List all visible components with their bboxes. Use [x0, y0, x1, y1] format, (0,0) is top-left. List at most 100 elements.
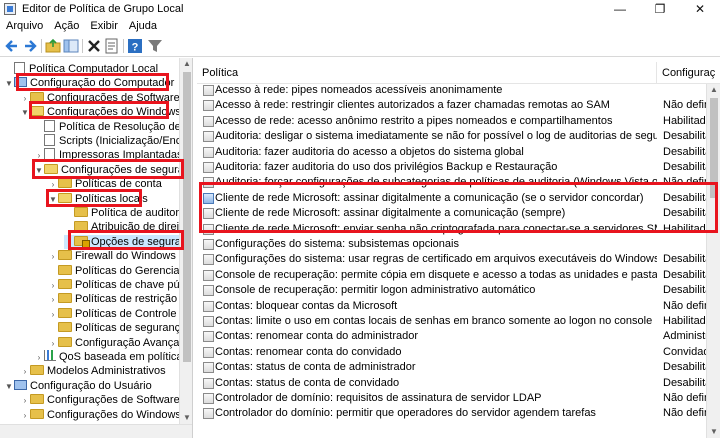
scroll-down-icon[interactable]: ▼ [180, 412, 192, 424]
scroll-up-icon[interactable]: ▲ [707, 84, 720, 96]
tree-item[interactable]: ▼ Políticas locais [48, 192, 148, 206]
expand-chevron-icon[interactable]: › [48, 293, 58, 307]
tree-item[interactable]: Atribuição de direitos [64, 220, 192, 234]
tree-item[interactable]: › Configuração Avançada [48, 336, 192, 350]
tree-item[interactable]: ▼ Configuração do Computador [4, 76, 174, 90]
tree-item-label: Política de auditoria [91, 207, 188, 219]
minimize-button[interactable]: — [600, 0, 640, 18]
tree-item[interactable]: Política de Resolução de No [34, 119, 192, 134]
tree-item-label: Políticas de restrição de s [75, 293, 193, 306]
policy-setting-icon [203, 192, 214, 204]
expand-chevron-icon[interactable]: › [48, 178, 58, 192]
expand-chevron-icon[interactable]: › [20, 92, 30, 106]
tree-item[interactable]: Política de auditoria [64, 206, 188, 220]
expand-chevron-icon[interactable]: › [48, 337, 58, 351]
tree-item[interactable]: › Modelos Administrativos [20, 364, 166, 378]
toolbar-separator [82, 39, 83, 53]
close-button[interactable]: ✕ [680, 0, 720, 18]
policy-row[interactable]: Auditoria: fazer auditoria do uso dos pr… [197, 161, 706, 174]
policy-row[interactable]: Configurações do sistema: subsistemas op… [197, 238, 706, 251]
menu-ajuda[interactable]: Ajuda [123, 18, 162, 32]
policy-row[interactable]: Acesso à rede: pipes nomeados acessíveis… [197, 84, 706, 97]
collapse-chevron-icon[interactable]: ▼ [4, 77, 14, 91]
policy-row[interactable]: Controlador do domínio: permitir que ope… [197, 407, 706, 420]
tree-item[interactable]: › Políticas de Controle de [48, 307, 192, 321]
policy-row[interactable]: Contas: status de conta de administrador… [197, 361, 706, 374]
tree-item[interactable]: › Políticas de chave públic [48, 278, 192, 293]
policy-row[interactable]: Contas: renomear conta do administrador A… [197, 330, 706, 343]
collapse-chevron-icon[interactable]: ▼ [34, 164, 44, 178]
scroll-down-icon[interactable]: ▼ [707, 426, 720, 438]
policy-row[interactable]: Acesso de rede: acesso anônimo restrito … [197, 115, 706, 128]
collapse-chevron-icon[interactable]: ▼ [20, 106, 30, 120]
policy-setting-value: Desabilitad [663, 207, 706, 220]
policy-row[interactable]: Cliente de rede Microsoft: enviar senha … [197, 223, 706, 236]
tree-item[interactable]: Políticas do Gerenciador [48, 264, 192, 278]
expand-chevron-icon[interactable]: › [20, 409, 30, 423]
forward-arrow-icon[interactable] [22, 38, 38, 54]
tree-item[interactable]: ▼ Configurações do Windows [20, 105, 181, 119]
tree-item[interactable]: ▼ Configurações de segurança [34, 163, 192, 178]
menu-arquivo[interactable]: Arquivo [0, 18, 48, 32]
policy-row[interactable]: Console de recuperação: permite cópia em… [197, 269, 706, 282]
policy-row[interactable]: Acesso à rede: restringir clientes autor… [197, 99, 706, 112]
window-title: Editor de Política de Grupo Local [22, 3, 184, 15]
policy-row[interactable]: Auditoria: fazer auditoria do acesso a o… [197, 146, 706, 159]
filter-icon[interactable] [147, 38, 163, 54]
menu-acao[interactable]: Ação [48, 18, 84, 32]
tree-item[interactable]: › QoS baseada em política [34, 350, 183, 364]
tree-item[interactable]: › Configurações de Software [20, 91, 180, 105]
tree-item[interactable]: Opções de segurança [64, 234, 192, 249]
back-arrow-icon[interactable] [4, 38, 20, 54]
policy-row[interactable]: Configurações do sistema: usar regras de… [197, 253, 706, 266]
tree-item[interactable]: › Impressoras Implantadas [34, 148, 183, 162]
policy-row[interactable]: Contas: status de conta de convidado Desa… [197, 377, 706, 390]
properties-icon[interactable] [104, 38, 120, 54]
tree-item[interactable]: › Firewall do Windows cor [48, 249, 192, 264]
policy-row[interactable]: Auditoria: desligar o sistema imediatame… [197, 130, 706, 143]
policy-row[interactable]: Controlador de domínio: requisitos de as… [197, 392, 706, 405]
tree-item[interactable]: › Políticas de conta [48, 177, 162, 191]
tree-item[interactable]: Políticas de segurança IP [48, 321, 192, 335]
up-folder-icon[interactable] [45, 38, 61, 54]
delete-icon[interactable] [86, 38, 102, 54]
collapse-chevron-icon[interactable]: ▼ [4, 380, 14, 394]
tree-vertical-scrollbar[interactable]: ▲ ▼ [179, 58, 192, 424]
policy-row[interactable]: Contas: bloquear contas da Microsoft Não … [197, 300, 706, 313]
tree-item[interactable]: › Configurações do Windows [20, 408, 181, 422]
column-header-setting[interactable]: Configuraç [656, 62, 720, 84]
show-tree-icon[interactable] [63, 38, 79, 54]
tree-item[interactable]: Política Computador Local [4, 62, 158, 76]
tree-item[interactable]: ▼ Configuração do Usuário [4, 379, 152, 393]
expand-chevron-icon[interactable]: › [34, 149, 44, 163]
expand-chevron-icon[interactable]: › [20, 365, 30, 379]
policy-row[interactable]: Auditoria: forçar configurações de subca… [197, 176, 706, 189]
tree-item[interactable]: Scripts (Inicialização/Encerra [34, 134, 192, 148]
expand-chevron-icon[interactable]: › [48, 250, 58, 264]
scroll-up-icon[interactable]: ▲ [180, 58, 192, 70]
policy-row[interactable]: Contas: renomear conta do convidado Convi… [197, 346, 706, 359]
policy-row[interactable]: Cliente de rede Microsoft: assinar digit… [197, 192, 706, 205]
policy-row[interactable]: Console de recuperação: permitir logon a… [197, 284, 706, 297]
policy-setting-icon [203, 239, 214, 250]
column-header-policy[interactable]: Política [197, 62, 656, 84]
scrollbar-thumb[interactable] [710, 98, 718, 198]
policy-name: Cliente de rede Microsoft: assinar digit… [215, 191, 644, 204]
tree-horizontal-scrollbar[interactable] [0, 424, 192, 438]
tree-item[interactable]: › Configurações de Software [20, 393, 180, 407]
menu-exibir[interactable]: Exibir [84, 18, 123, 32]
policy-name: Cliente de rede Microsoft: enviar senha … [215, 222, 657, 235]
expand-chevron-icon[interactable]: › [48, 308, 58, 322]
expand-chevron-icon[interactable]: › [48, 279, 58, 293]
tree-item[interactable]: › Políticas de restrição de s [48, 292, 193, 307]
policy-setting-icon [203, 115, 214, 127]
maximize-button[interactable]: ❐ [640, 0, 680, 18]
scrollbar-thumb[interactable] [183, 72, 191, 362]
list-vertical-scrollbar[interactable]: ▲ ▼ [706, 84, 720, 438]
policy-row[interactable]: Cliente de rede Microsoft: assinar digit… [197, 207, 706, 220]
collapse-chevron-icon[interactable]: ▼ [48, 193, 58, 207]
expand-chevron-icon[interactable]: › [34, 351, 44, 365]
help-icon[interactable]: ? [127, 38, 143, 54]
policy-row[interactable]: Contas: limite o uso em contas locais de… [197, 315, 706, 328]
expand-chevron-icon[interactable]: › [20, 394, 30, 408]
